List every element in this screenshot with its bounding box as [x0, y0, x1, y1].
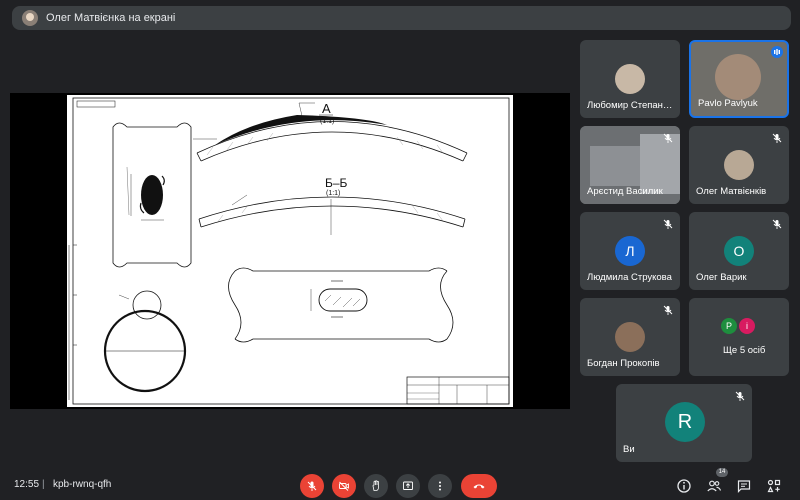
- mic-off-icon: [663, 133, 673, 143]
- participant-avatar: [715, 54, 761, 100]
- more-vert-icon: [439, 481, 441, 491]
- self-tile[interactable]: R Ви: [616, 384, 752, 462]
- activities-icon[interactable]: [766, 478, 782, 494]
- mic-off-icon: [663, 219, 673, 229]
- self-initial: R: [665, 402, 705, 442]
- more-participants-label: Ще 5 осіб: [723, 345, 766, 356]
- more-options-button[interactable]: [428, 474, 452, 498]
- participant-tile[interactable]: О Олег Варик: [689, 212, 789, 290]
- camera-toggle-button[interactable]: [332, 474, 356, 498]
- present-button[interactable]: [396, 474, 420, 498]
- drawing-svg: А (1:1) Б–Б (1:1): [68, 97, 510, 405]
- participant-initial: О: [724, 236, 754, 266]
- participant-avatar: [724, 150, 754, 180]
- hand-icon: [372, 480, 379, 491]
- participant-name: Людмила Струкова: [587, 272, 672, 283]
- people-count-badge: 14: [716, 468, 728, 477]
- clock: 12:55: [14, 479, 40, 490]
- mic-off-icon: [735, 391, 745, 401]
- technical-drawing: А (1:1) Б–Б (1:1): [67, 95, 513, 407]
- mic-off-icon: [663, 305, 673, 315]
- participant-tile[interactable]: Олег Матвієнків: [689, 126, 789, 204]
- bottom-bar: 12:55 | kpb-rwnq-qfh: [0, 470, 800, 500]
- self-name: Ви: [623, 444, 635, 455]
- participant-name: Олег Матвієнків: [696, 186, 767, 197]
- participant-tile-speaking[interactable]: Pavlo Pavlyuk: [689, 40, 789, 118]
- mic-off-icon: [307, 481, 317, 491]
- participant-initial: i: [739, 318, 755, 334]
- view-a-title: А: [322, 101, 331, 116]
- participant-tile[interactable]: Л Людмила Струкова: [580, 212, 680, 290]
- present-screen-icon: [403, 481, 413, 490]
- meeting-code: kpb-rwnq-qfh: [53, 479, 112, 490]
- presenting-text: Олег Матвієнка на екрані: [46, 12, 176, 24]
- more-participants-tile[interactable]: P i Ще 5 осіб: [689, 298, 789, 376]
- raise-hand-button[interactable]: [364, 474, 388, 498]
- participant-name: Арєстид Василик: [587, 186, 663, 197]
- participant-tile[interactable]: Богдан Прокопів: [580, 298, 680, 376]
- participant-name: Pavlo Pavlyuk: [698, 98, 758, 109]
- separator: |: [42, 479, 45, 490]
- participant-avatar: [615, 64, 645, 94]
- participant-initial: Л: [615, 236, 645, 266]
- participant-initial: P: [721, 318, 737, 334]
- participant-name: Любомир Степан…: [587, 100, 673, 111]
- hang-up-icon: [473, 484, 485, 489]
- mic-off-icon: [772, 133, 782, 143]
- participant-avatar: [615, 322, 645, 352]
- leave-call-button[interactable]: [461, 474, 497, 498]
- people-icon[interactable]: [706, 478, 722, 494]
- section-bb-scale: (1:1): [326, 190, 340, 197]
- speaking-indicator-icon: [771, 46, 783, 58]
- section-bb-title: Б–Б: [325, 176, 348, 190]
- participant-tile[interactable]: Любомир Степан…: [580, 40, 680, 118]
- mic-toggle-button[interactable]: [300, 474, 324, 498]
- chat-icon[interactable]: [736, 478, 752, 494]
- presenting-banner: Олег Матвієнка на екрані: [12, 6, 791, 30]
- participant-name: Богдан Прокопів: [587, 358, 660, 369]
- participant-name: Олег Варик: [696, 272, 747, 283]
- presenter-avatar: [22, 10, 38, 26]
- mic-off-icon: [772, 219, 782, 229]
- shared-screen: А (1:1) Б–Б (1:1): [10, 93, 570, 409]
- participant-tile[interactable]: Арєстид Василик: [580, 126, 680, 204]
- info-icon[interactable]: [676, 478, 692, 494]
- camera-off-icon: [339, 481, 349, 491]
